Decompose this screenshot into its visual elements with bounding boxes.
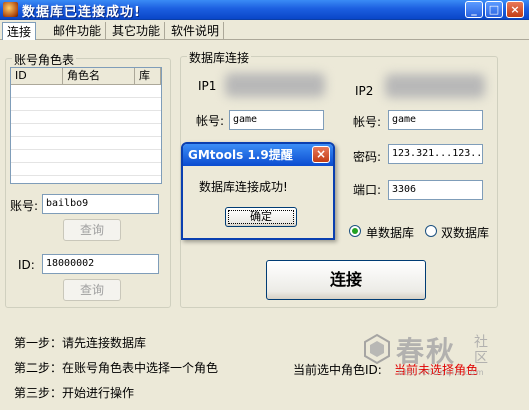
account-label: 账号:: [10, 199, 39, 213]
id-input[interactable]: 18000002: [42, 254, 159, 274]
app-icon: [3, 2, 18, 17]
tab-other[interactable]: 其它功能: [108, 22, 166, 40]
watermark-main: 春秋: [396, 335, 457, 368]
account1-input[interactable]: game: [229, 110, 324, 130]
port-input[interactable]: 3306: [388, 180, 483, 200]
role-list[interactable]: ID 角色名 库: [10, 67, 162, 184]
ip2-label: IP2: [355, 84, 374, 98]
list-item[interactable]: [11, 98, 161, 111]
tab-connect[interactable]: 连接: [2, 22, 37, 40]
watermark-side: 社区: [472, 334, 488, 366]
password-label: 密码:: [353, 150, 382, 164]
account-input[interactable]: bailbo9: [42, 194, 159, 214]
tab-bar: 连接 邮件功能 其它功能 软件说明: [0, 20, 529, 40]
dialog-close-button[interactable]: ×: [312, 146, 330, 163]
list-item[interactable]: [11, 85, 161, 98]
step1-text: 第一步：请先连接数据库: [14, 336, 147, 350]
double-db-label: 双数据库: [441, 226, 490, 240]
column-id[interactable]: ID: [11, 68, 63, 84]
list-item[interactable]: [11, 137, 161, 150]
watermark: 春秋 社区 bbs.ichunqiu.com: [360, 330, 520, 390]
query-account-button[interactable]: 查询: [63, 219, 121, 241]
ip1-label: IP1: [198, 79, 217, 93]
list-item[interactable]: [11, 124, 161, 137]
watermark-logo-icon: [364, 333, 390, 365]
maximize-button[interactable]: □: [485, 1, 503, 18]
tab-help[interactable]: 软件说明: [167, 22, 225, 40]
tab-mail[interactable]: 邮件功能: [49, 22, 107, 40]
id-label: ID:: [18, 258, 35, 272]
dialog-title-bar[interactable]: GMtools 1.9提醒 ×: [183, 144, 333, 166]
dialog-ok-button[interactable]: 确定: [225, 207, 297, 227]
window-title: 数据库已连接成功!: [22, 5, 141, 20]
close-button[interactable]: ×: [506, 1, 524, 18]
dialog-message: 数据库连接成功!: [199, 180, 288, 194]
account1-label: 帐号:: [196, 114, 225, 128]
single-db-label: 单数据库: [366, 226, 415, 240]
role-list-header: ID 角色名 库: [11, 68, 161, 85]
list-item[interactable]: [11, 150, 161, 163]
account2-input[interactable]: game: [388, 110, 483, 130]
watermark-url: bbs.ichunqiu.com: [398, 368, 485, 377]
account2-label: 帐号:: [353, 115, 382, 129]
role-list-rows: [11, 85, 161, 176]
column-db[interactable]: 库: [135, 68, 161, 84]
list-item[interactable]: [11, 163, 161, 176]
minimize-button[interactable]: _: [465, 1, 483, 18]
double-db-radio[interactable]: [425, 225, 437, 237]
list-item[interactable]: [11, 111, 161, 124]
single-db-radio[interactable]: [349, 225, 361, 237]
port-label: 端口:: [353, 183, 382, 197]
account-role-title: 账号角色表: [12, 51, 77, 68]
step2-text: 第二步：在账号角色表中选择一个角色: [14, 361, 219, 375]
column-role-name[interactable]: 角色名: [63, 68, 135, 84]
db-connection-title: 数据库连接: [187, 49, 252, 66]
password-input[interactable]: 123.321...123...: [388, 144, 483, 164]
query-id-button[interactable]: 查询: [63, 279, 121, 301]
title-bar[interactable]: 数据库已连接成功! _ □ ×: [0, 0, 529, 20]
connect-button[interactable]: 连接: [266, 260, 426, 300]
ip1-redacted: [225, 73, 325, 97]
success-dialog: GMtools 1.9提醒 × 数据库连接成功! 确定: [181, 142, 335, 240]
step3-text: 第三步：开始进行操作: [14, 386, 135, 400]
ip2-redacted: [385, 74, 485, 98]
dialog-title: GMtools 1.9提醒: [188, 148, 293, 162]
